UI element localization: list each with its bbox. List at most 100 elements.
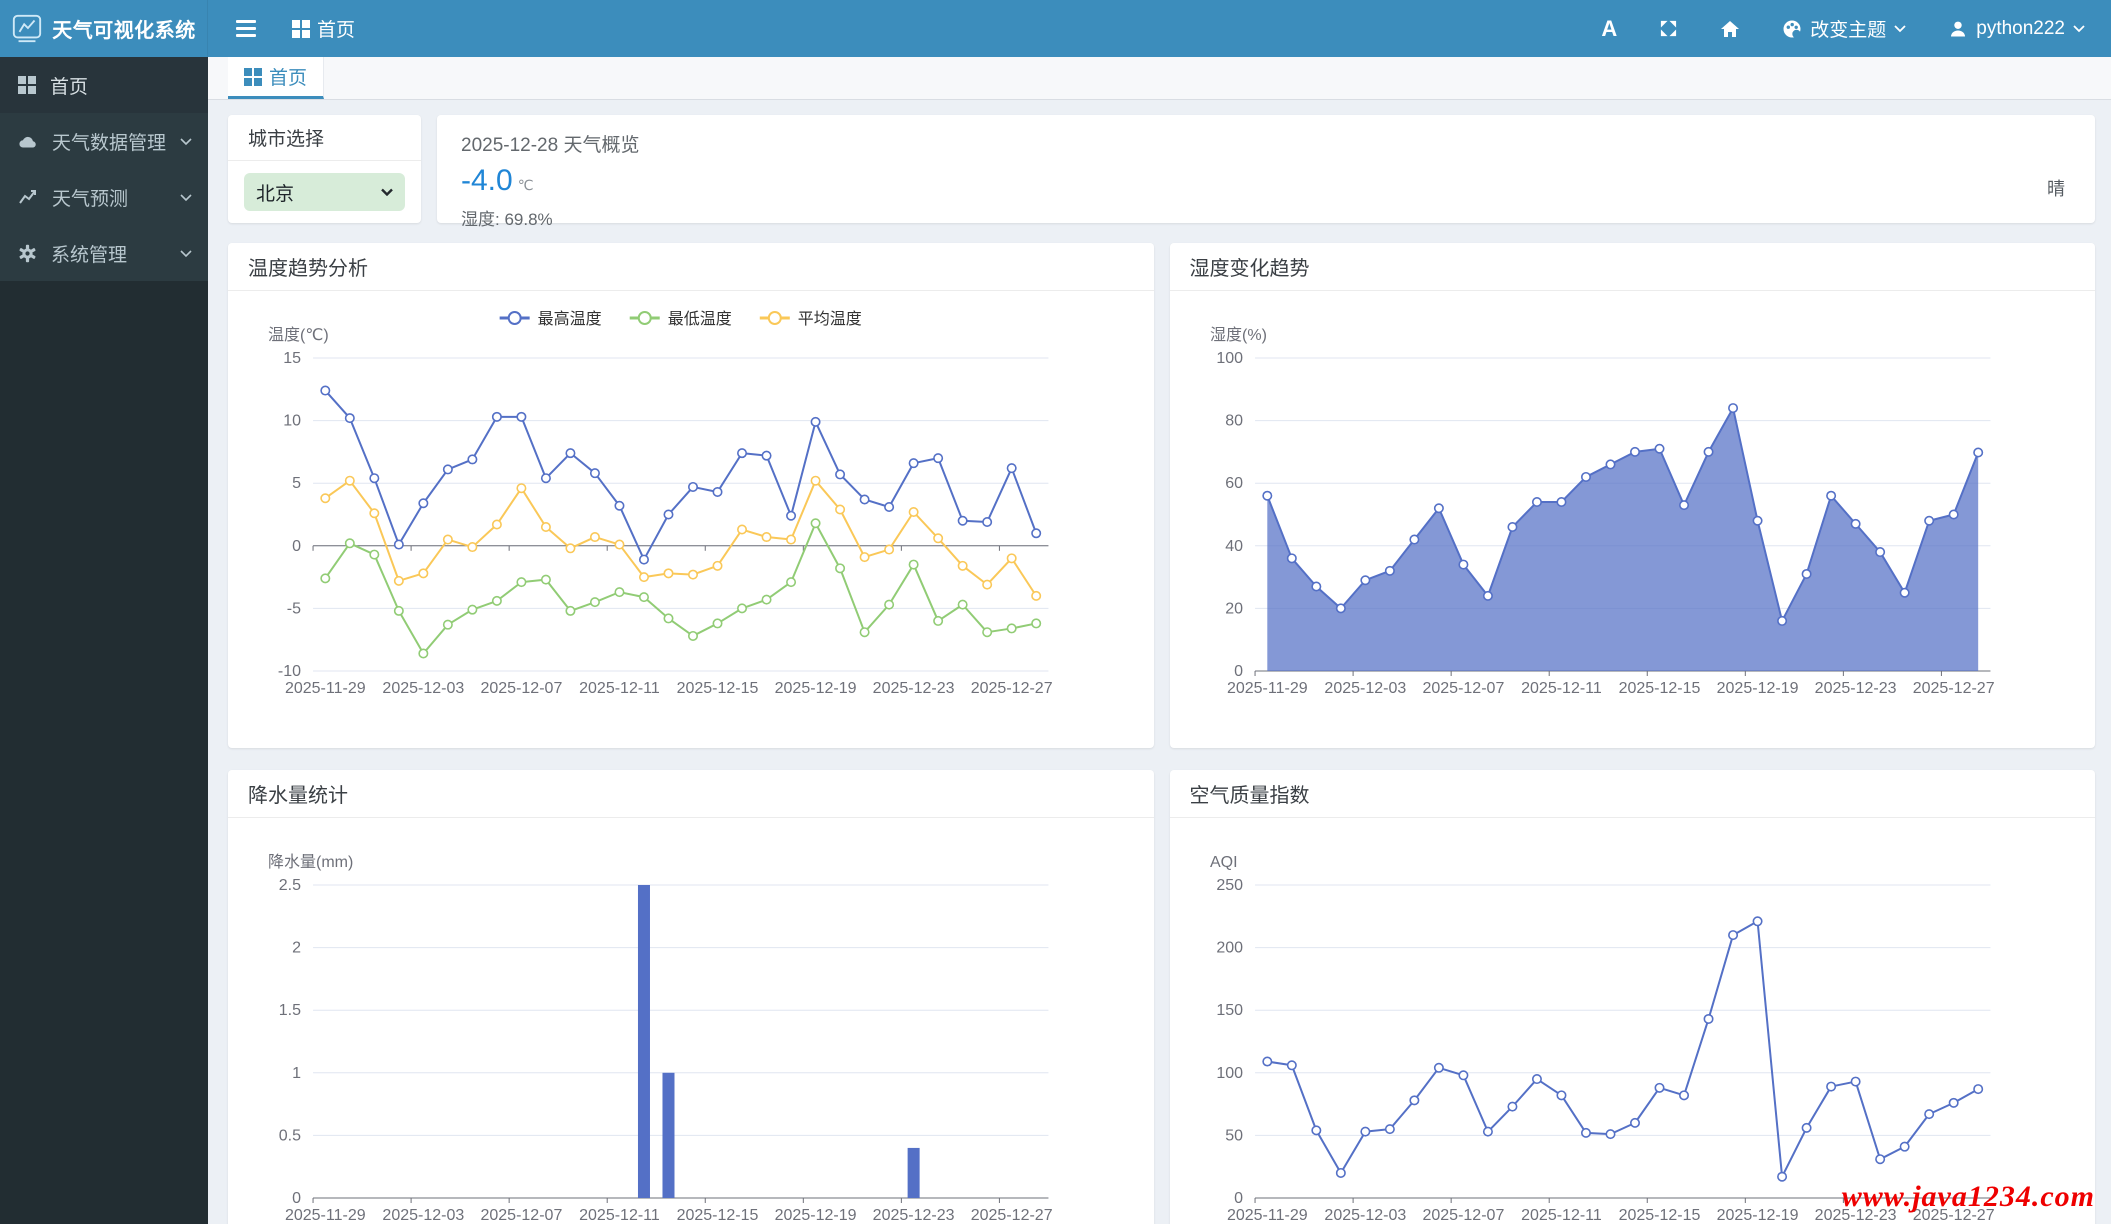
svg-text:平均温度: 平均温度 (798, 310, 862, 328)
svg-text:2025-11-29: 2025-11-29 (285, 680, 366, 697)
home-icon (1721, 20, 1740, 37)
svg-text:-10: -10 (278, 663, 301, 680)
chart-title: 降水量统计 (228, 770, 1154, 818)
svg-text:2025-12-27: 2025-12-27 (971, 1207, 1053, 1224)
chart-title: 湿度变化趋势 (1169, 243, 2095, 291)
temperature-trend-card: 温度趋势分析 15 10 5 0 -5 -10 温度(℃) 2025-11-29 2025-12… (228, 243, 1154, 748)
svg-text:50: 50 (1225, 1127, 1243, 1144)
svg-text:0: 0 (1234, 1190, 1243, 1207)
chart-title: 空气质量指数 (1169, 770, 2095, 818)
font-size-button[interactable]: A (1601, 16, 1617, 42)
svg-text:0: 0 (292, 538, 301, 555)
overview-condition: 晴 (2047, 179, 2065, 199)
svg-text:150: 150 (1216, 1002, 1243, 1019)
fullscreen-icon (1661, 20, 1677, 37)
aqi-chart: 250 200 150 100 50 0 AQI 2025-11-29 2025-12-03 20… (1210, 854, 1995, 1224)
sidebar-item-weather-data[interactable]: 天气数据管理 (0, 113, 208, 169)
top-navbar: 天气可视化系统 首页 A 改变主题 python222 (0, 0, 2111, 57)
svg-text:2025-12-03: 2025-12-03 (382, 1207, 464, 1224)
svg-text:2025-11-29: 2025-11-29 (1226, 1207, 1307, 1224)
theme-menu[interactable]: 改变主题 (1782, 15, 1906, 42)
chevron-down-icon (180, 193, 192, 201)
svg-text:1: 1 (292, 1065, 301, 1082)
svg-text:2025-12-03: 2025-12-03 (382, 680, 464, 697)
svg-text:最高温度: 最高温度 (538, 310, 602, 328)
svg-text:2: 2 (292, 940, 301, 957)
svg-text:2025-12-11: 2025-12-11 (1521, 680, 1602, 697)
humidity-trend-chart: 100 80 60 40 20 0 湿度(%) 2025-11-29 2025-12-03 202… (1210, 326, 1995, 697)
svg-text:2025-12-11: 2025-12-11 (579, 680, 660, 697)
svg-text:250: 250 (1216, 877, 1243, 894)
logo-chart-icon (13, 14, 42, 42)
city-select[interactable]: 北京 (244, 173, 405, 211)
gear-icon (19, 244, 36, 262)
overview-title: 2025-12-28 天气概览 (461, 135, 640, 156)
svg-text:2025-12-23: 2025-12-23 (873, 1207, 955, 1224)
svg-text:2.5: 2.5 (279, 877, 301, 894)
svg-text:100: 100 (1216, 1065, 1243, 1082)
sidebar: 首页 天气数据管理 天气预测 系统管理 (0, 57, 208, 1224)
svg-text:60: 60 (1225, 475, 1243, 492)
sidebar-item-weather-forecast[interactable]: 天气预测 (0, 169, 208, 225)
app-title: 天气可视化系统 (52, 20, 196, 42)
svg-text:2025-12-11: 2025-12-11 (1521, 1207, 1602, 1224)
humidity-trend-card: 湿度变化趋势 100 80 60 40 20 0 湿度(%) 2025-11-29 2025-1… (1169, 243, 2095, 748)
sidebar-menu: 首页 天气数据管理 天气预测 系统管理 (0, 57, 208, 281)
svg-text:2025-12-07: 2025-12-07 (480, 1207, 562, 1224)
svg-text:降水量(mm): 降水量(mm) (268, 853, 353, 871)
svg-text:0: 0 (292, 1190, 301, 1207)
svg-text:最低温度: 最低温度 (668, 310, 732, 328)
watermark: www.java1234.com (1841, 1180, 2095, 1213)
svg-text:1.5: 1.5 (279, 1002, 301, 1019)
svg-text:2025-12-07: 2025-12-07 (1422, 680, 1504, 697)
grid-icon (18, 76, 36, 94)
svg-text:200: 200 (1216, 940, 1243, 957)
svg-text:2025-12-19: 2025-12-19 (1716, 1207, 1798, 1224)
svg-text:40: 40 (1225, 538, 1243, 555)
fullscreen-button[interactable] (1659, 19, 1678, 38)
city-panel-title: 城市选择 (228, 115, 421, 161)
svg-text:2025-12-15: 2025-12-15 (677, 1207, 759, 1224)
chevron-down-icon (180, 137, 192, 145)
chevron-down-icon (180, 249, 192, 257)
username: python222 (1976, 17, 2065, 39)
grid-icon (292, 19, 310, 38)
sidebar-item-home[interactable]: 首页 (0, 57, 208, 113)
overview-temp-unit: ℃ (517, 177, 534, 193)
precipitation-chart: 2.5 2 1.5 1 0.5 0 降水量(mm) 2025-11-29 2025-12-03 2… (268, 853, 1053, 1224)
svg-text:2025-12-19: 2025-12-19 (775, 1207, 857, 1224)
aqi-card: 空气质量指数 250 200 150 100 50 0 AQI 2025-11-29 2025-… (1169, 770, 2095, 1224)
home-button[interactable] (1720, 19, 1740, 39)
svg-text:2025-12-03: 2025-12-03 (1324, 1207, 1406, 1224)
svg-text:2025-12-15: 2025-12-15 (1618, 1207, 1700, 1224)
svg-text:20: 20 (1225, 600, 1243, 617)
chevron-down-icon (2073, 25, 2085, 33)
grid-icon (244, 67, 262, 86)
svg-text:2025-12-23: 2025-12-23 (1814, 680, 1896, 697)
navbar-home-link[interactable]: 首页 (292, 15, 355, 42)
svg-text:2025-12-07: 2025-12-07 (480, 680, 562, 697)
svg-text:2025-12-19: 2025-12-19 (1716, 680, 1798, 697)
city-select-value: 北京 (256, 183, 295, 205)
svg-text:15: 15 (283, 350, 301, 367)
tab-bar: 首页 (208, 57, 2111, 100)
sidebar-item-system-management[interactable]: 系统管理 (0, 225, 208, 281)
overview-humidity: 湿度: 69.8% (461, 210, 553, 229)
svg-text:2025-11-29: 2025-11-29 (1226, 680, 1307, 697)
user-menu[interactable]: python222 (1948, 18, 2085, 40)
sidebar-toggle-button[interactable] (230, 14, 262, 43)
chevron-down-icon (1894, 25, 1906, 33)
svg-text:2025-12-03: 2025-12-03 (1324, 680, 1406, 697)
tab-home[interactable]: 首页 (228, 57, 325, 99)
chart-title: 温度趋势分析 (228, 243, 1154, 291)
app-logo[interactable]: 天气可视化系统 (0, 0, 208, 57)
svg-text:AQI: AQI (1210, 854, 1238, 871)
svg-text:2025-12-15: 2025-12-15 (677, 680, 759, 697)
svg-text:湿度(%): 湿度(%) (1210, 326, 1267, 344)
weather-overview-card: 2025-12-28 天气概览 -4.0 ℃ 湿度: 69.8% 晴 (437, 115, 2095, 229)
svg-text:温度(℃): 温度(℃) (268, 326, 329, 344)
main-content: 首页 城市选择 北京 2025-12-28 天气概览 -4.0 ℃ 湿度: 69… (208, 57, 2111, 1224)
svg-text:2025-12-15: 2025-12-15 (1618, 680, 1700, 697)
svg-text:0: 0 (1234, 663, 1243, 680)
svg-text:0.5: 0.5 (279, 1127, 301, 1144)
